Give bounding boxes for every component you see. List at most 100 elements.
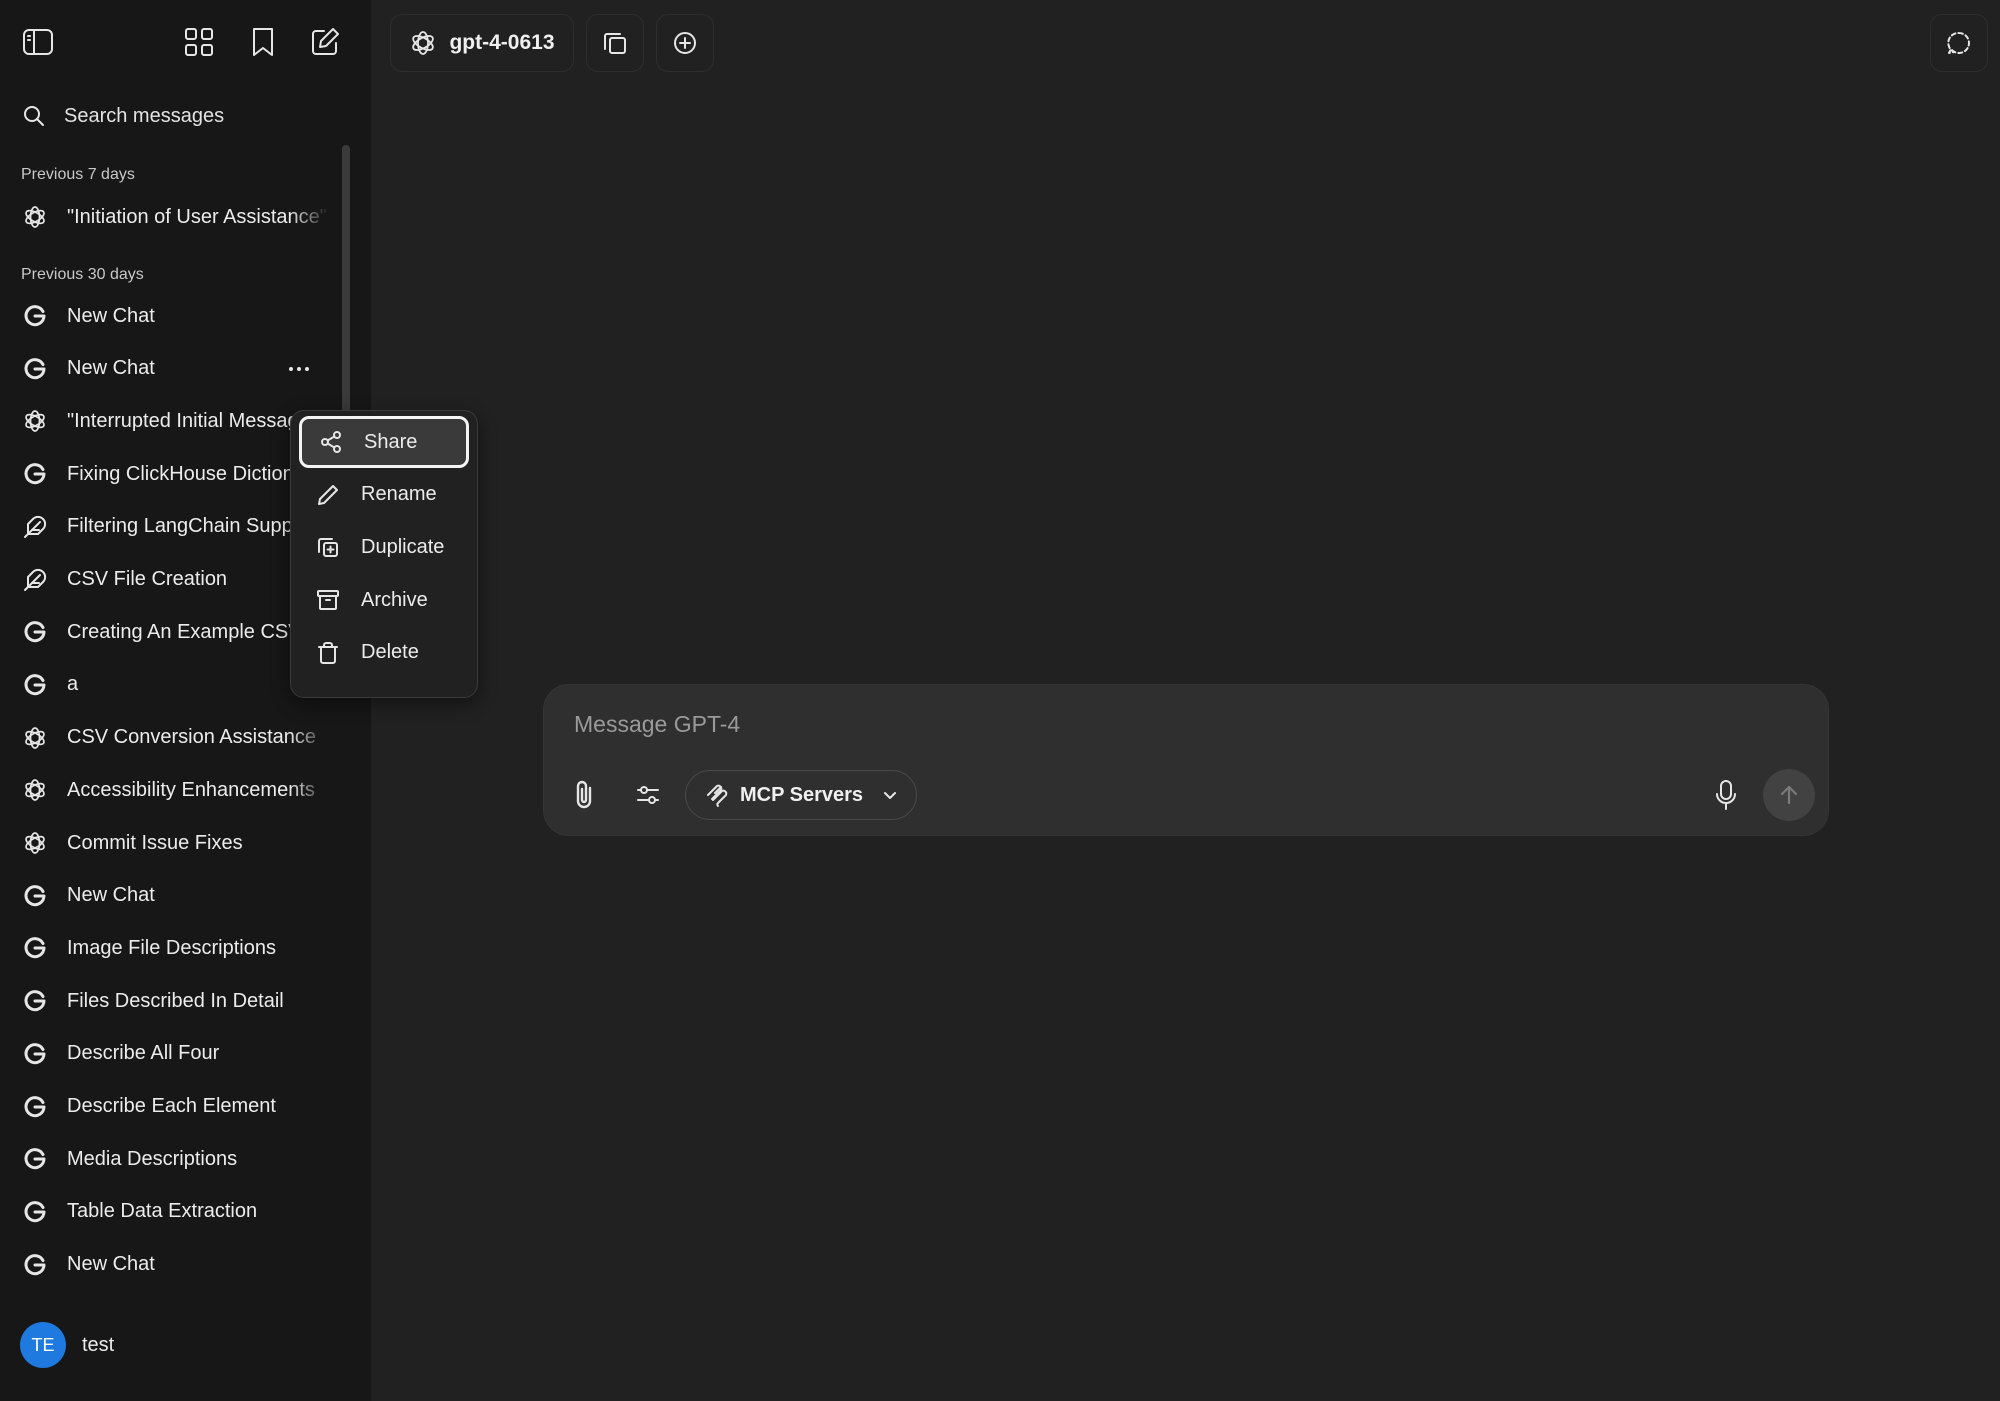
openai-icon bbox=[22, 408, 48, 434]
mcp-servers-dropdown[interactable]: MCP Servers bbox=[685, 770, 917, 820]
chat-item[interactable]: CSV Conversion Assistance bbox=[14, 715, 334, 761]
chat-item[interactable]: New Chat bbox=[14, 346, 334, 392]
mcp-servers-label: MCP Servers bbox=[740, 783, 864, 806]
openai-icon bbox=[22, 204, 48, 230]
chat-item[interactable]: Accessibility Enhancements bbox=[14, 767, 334, 813]
duplicate-chat-button[interactable] bbox=[586, 14, 644, 72]
menu-item-label: Share bbox=[364, 430, 418, 453]
chat-item[interactable]: Creating An Example CSV bbox=[14, 609, 334, 655]
google-icon bbox=[22, 988, 48, 1014]
archive-icon bbox=[315, 587, 341, 613]
google-icon bbox=[22, 619, 48, 645]
search-label: Search messages bbox=[64, 104, 225, 127]
trash-icon bbox=[315, 640, 341, 666]
menu-item-label: Rename bbox=[361, 483, 437, 506]
message-input[interactable] bbox=[572, 703, 1776, 745]
chat-item[interactable]: CSV File Creation bbox=[14, 557, 334, 603]
microphone-icon bbox=[1716, 780, 1736, 810]
pencil-icon bbox=[315, 482, 341, 508]
copy-icon bbox=[604, 33, 626, 54]
google-icon bbox=[22, 1041, 48, 1067]
plus-circle-icon bbox=[674, 32, 696, 54]
chat-item[interactable]: Fixing ClickHouse Dictionary bbox=[14, 451, 334, 497]
toggle-sidebar-button[interactable] bbox=[20, 24, 56, 60]
sidebar-scrollbar[interactable] bbox=[342, 145, 350, 415]
sliders-icon bbox=[637, 786, 659, 804]
sidebar: Search messages Previous 7 days "Initiat… bbox=[0, 0, 371, 1401]
menu-item-delete[interactable]: Delete bbox=[299, 627, 469, 679]
chat-item[interactable]: "Interrupted Initial Message" bbox=[14, 398, 334, 444]
add-button[interactable] bbox=[656, 14, 714, 72]
chat-item[interactable]: New Chat bbox=[14, 1242, 334, 1288]
message-composer: MCP Servers bbox=[543, 684, 1829, 836]
chat-item-title: "Initiation of User Assistance" bbox=[67, 205, 327, 228]
more-options-button[interactable] bbox=[284, 354, 314, 384]
google-icon bbox=[22, 356, 48, 382]
menu-item-label: Delete bbox=[361, 641, 419, 664]
chat-item[interactable]: "Initiation of User Assistance" bbox=[14, 194, 334, 240]
chat-item-title: CSV Conversion Assistance bbox=[67, 726, 317, 749]
new-chat-button[interactable] bbox=[307, 24, 343, 60]
chat-item[interactable]: Commit Issue Fixes bbox=[14, 820, 334, 866]
sidebar-toggle-icon bbox=[23, 29, 53, 55]
dashed-chat-icon bbox=[1947, 31, 1970, 54]
paperclip-icon bbox=[576, 780, 592, 809]
menu-item-label: Duplicate bbox=[361, 535, 445, 558]
menu-item-rename[interactable]: Rename bbox=[299, 469, 469, 521]
chat-item[interactable]: Image File Descriptions bbox=[14, 925, 334, 971]
feather-icon bbox=[22, 514, 48, 540]
attach-file-button[interactable] bbox=[562, 773, 606, 817]
google-icon bbox=[22, 935, 48, 961]
menu-item-archive[interactable]: Archive bbox=[299, 574, 469, 626]
model-name: gpt-4-0613 bbox=[449, 31, 555, 54]
google-icon bbox=[22, 1146, 48, 1172]
chat-item[interactable]: Describe Each Element bbox=[14, 1084, 334, 1130]
arrow-up-icon bbox=[1780, 785, 1798, 805]
google-icon bbox=[22, 883, 48, 909]
chat-item[interactable]: Filtering LangChain Support bbox=[14, 504, 334, 550]
menu-item-share[interactable]: Share bbox=[299, 416, 469, 468]
menu-item-label: Archive bbox=[361, 588, 428, 611]
duplicate-icon bbox=[315, 534, 341, 560]
google-icon bbox=[22, 303, 48, 329]
section-label-previous-30-days: Previous 30 days bbox=[21, 266, 144, 283]
share-icon bbox=[318, 429, 344, 455]
google-icon bbox=[22, 672, 48, 698]
openai-icon bbox=[22, 777, 48, 803]
search-messages[interactable]: Search messages bbox=[22, 98, 342, 134]
avatar: TE bbox=[20, 1322, 66, 1368]
chat-item-title: New Chat bbox=[67, 1253, 155, 1276]
send-button[interactable] bbox=[1763, 769, 1815, 821]
section-label-previous-7-days: Previous 7 days bbox=[21, 166, 135, 183]
model-selector[interactable]: gpt-4-0613 bbox=[390, 14, 574, 72]
chat-item[interactable]: Table Data Extraction bbox=[14, 1189, 334, 1235]
feather-icon bbox=[22, 567, 48, 593]
chat-item[interactable]: Files Described In Detail bbox=[14, 978, 334, 1024]
username: test bbox=[82, 1333, 115, 1356]
mcp-icon bbox=[707, 784, 728, 807]
chat-item[interactable]: a bbox=[14, 662, 334, 708]
chat-item-title: Commit Issue Fixes bbox=[67, 831, 243, 854]
google-icon bbox=[22, 1199, 48, 1225]
temporary-chat-button[interactable] bbox=[1930, 14, 1988, 72]
tools-settings-button[interactable] bbox=[626, 773, 670, 817]
chevron-down-icon bbox=[884, 792, 897, 799]
edit-icon bbox=[312, 28, 339, 55]
chat-item-title: New Chat bbox=[67, 304, 155, 327]
bookmark-icon bbox=[253, 28, 273, 56]
menu-item-duplicate[interactable]: Duplicate bbox=[299, 521, 469, 573]
grid-icon bbox=[185, 28, 213, 56]
apps-grid-button[interactable] bbox=[181, 24, 217, 60]
google-icon bbox=[22, 1252, 48, 1278]
chat-item[interactable]: New Chat bbox=[14, 873, 334, 919]
chat-item-title: Media Descriptions bbox=[67, 1147, 238, 1170]
chat-item[interactable]: Describe All Four bbox=[14, 1031, 334, 1077]
voice-input-button[interactable] bbox=[1704, 773, 1748, 817]
bookmarks-button[interactable] bbox=[245, 24, 281, 60]
openai-icon bbox=[22, 725, 48, 751]
search-icon bbox=[24, 106, 44, 126]
user-menu[interactable]: TE test bbox=[20, 1322, 114, 1368]
chat-item[interactable]: New Chat bbox=[14, 293, 334, 339]
chat-item[interactable]: Media Descriptions bbox=[14, 1136, 334, 1182]
chat-item-title: Table Data Extraction bbox=[67, 1200, 258, 1223]
